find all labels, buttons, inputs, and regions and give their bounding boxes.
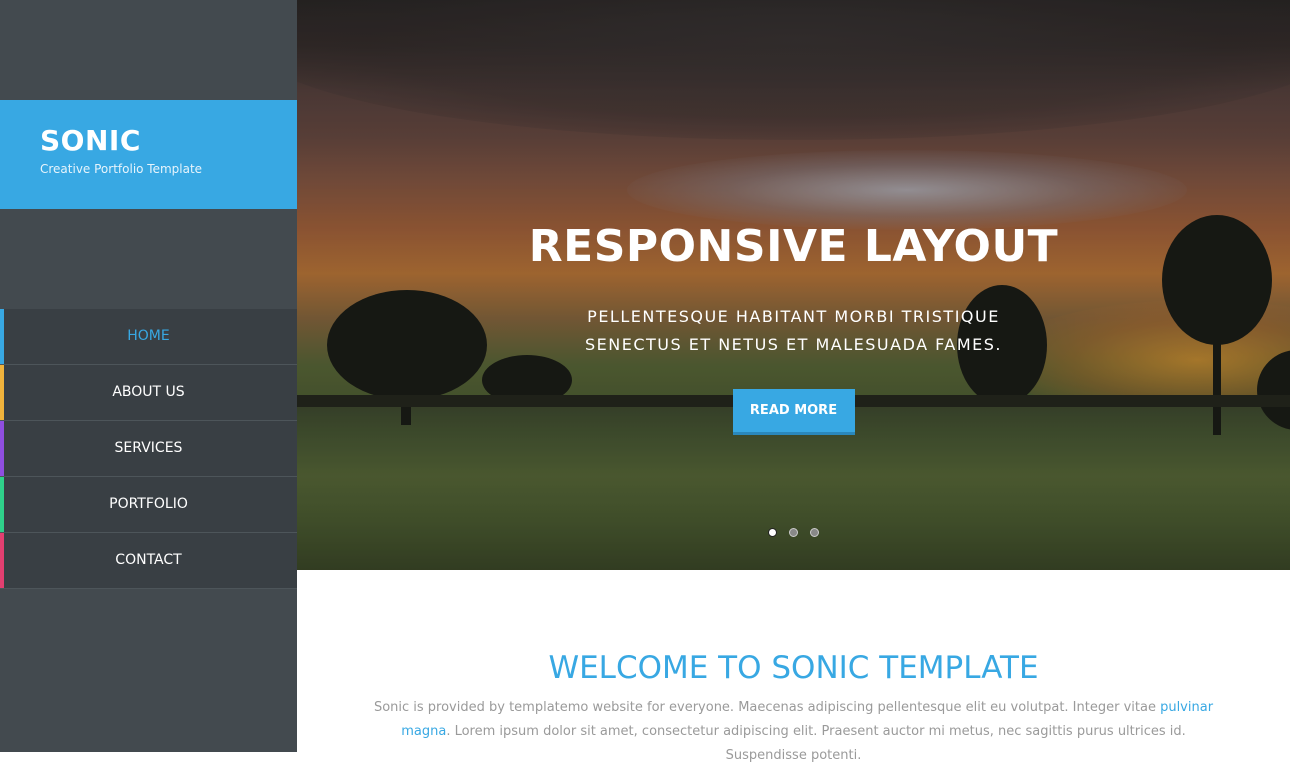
nav-accent-bar — [0, 477, 4, 532]
brand-logo[interactable]: SONIC Creative Portfolio Template — [0, 100, 297, 209]
nav-item-label: SERVICES — [114, 440, 183, 456]
nav-accent-bar — [0, 309, 4, 364]
nav-accent-bar — [0, 365, 4, 420]
read-more-button[interactable]: READ MORE — [732, 389, 855, 435]
nav-item-label: PORTFOLIO — [109, 496, 188, 512]
brand-subtitle: Creative Portfolio Template — [40, 162, 203, 176]
nav-item-label: CONTACT — [115, 552, 182, 568]
welcome-section: WELCOME TO SONIC TEMPLATE Sonic is provi… — [297, 570, 1290, 763]
slider-dot-3[interactable] — [810, 528, 819, 537]
hero-slider: RESPONSIVE LAYOUT PELLENTESQUE HABITANT … — [297, 0, 1290, 570]
sidebar: SONIC Creative Portfolio Template HOME A… — [0, 0, 297, 752]
welcome-text-end: . Lorem ipsum dolor sit amet, consectetu… — [446, 724, 1186, 763]
welcome-text: Sonic is provided by templatemo website … — [367, 696, 1220, 768]
hero-title: RESPONSIVE LAYOUT — [528, 221, 1059, 272]
welcome-title: WELCOME TO SONIC TEMPLATE — [548, 650, 1039, 686]
nav-accent-bar — [0, 533, 4, 588]
welcome-text-start: Sonic is provided by templatemo website … — [373, 700, 1161, 715]
nav-item-contact[interactable]: CONTACT — [0, 533, 297, 589]
hero-subtitle: PELLENTESQUE HABITANT MORBI TRISTIQUE SE… — [585, 307, 1002, 354]
hero-content: RESPONSIVE LAYOUT PELLENTESQUE HABITANT … — [297, 215, 1290, 435]
nav-item-label: HOME — [127, 328, 170, 344]
nav-item-home[interactable]: HOME — [0, 309, 297, 365]
slider-dot-1[interactable] — [768, 528, 777, 537]
nav-item-portfolio[interactable]: PORTFOLIO — [0, 477, 297, 533]
nav-item-label: ABOUT US — [112, 384, 185, 400]
nav-item-about-us[interactable]: ABOUT US — [0, 365, 297, 421]
nav-accent-bar — [0, 421, 4, 476]
nav-item-services[interactable]: SERVICES — [0, 421, 297, 477]
slider-dot-2[interactable] — [789, 528, 798, 537]
slider-pagination — [297, 528, 1290, 537]
main-nav: HOME ABOUT US SERVICES PORTFOLIO CONTACT — [0, 309, 297, 589]
brand-title: SONIC — [40, 124, 141, 157]
